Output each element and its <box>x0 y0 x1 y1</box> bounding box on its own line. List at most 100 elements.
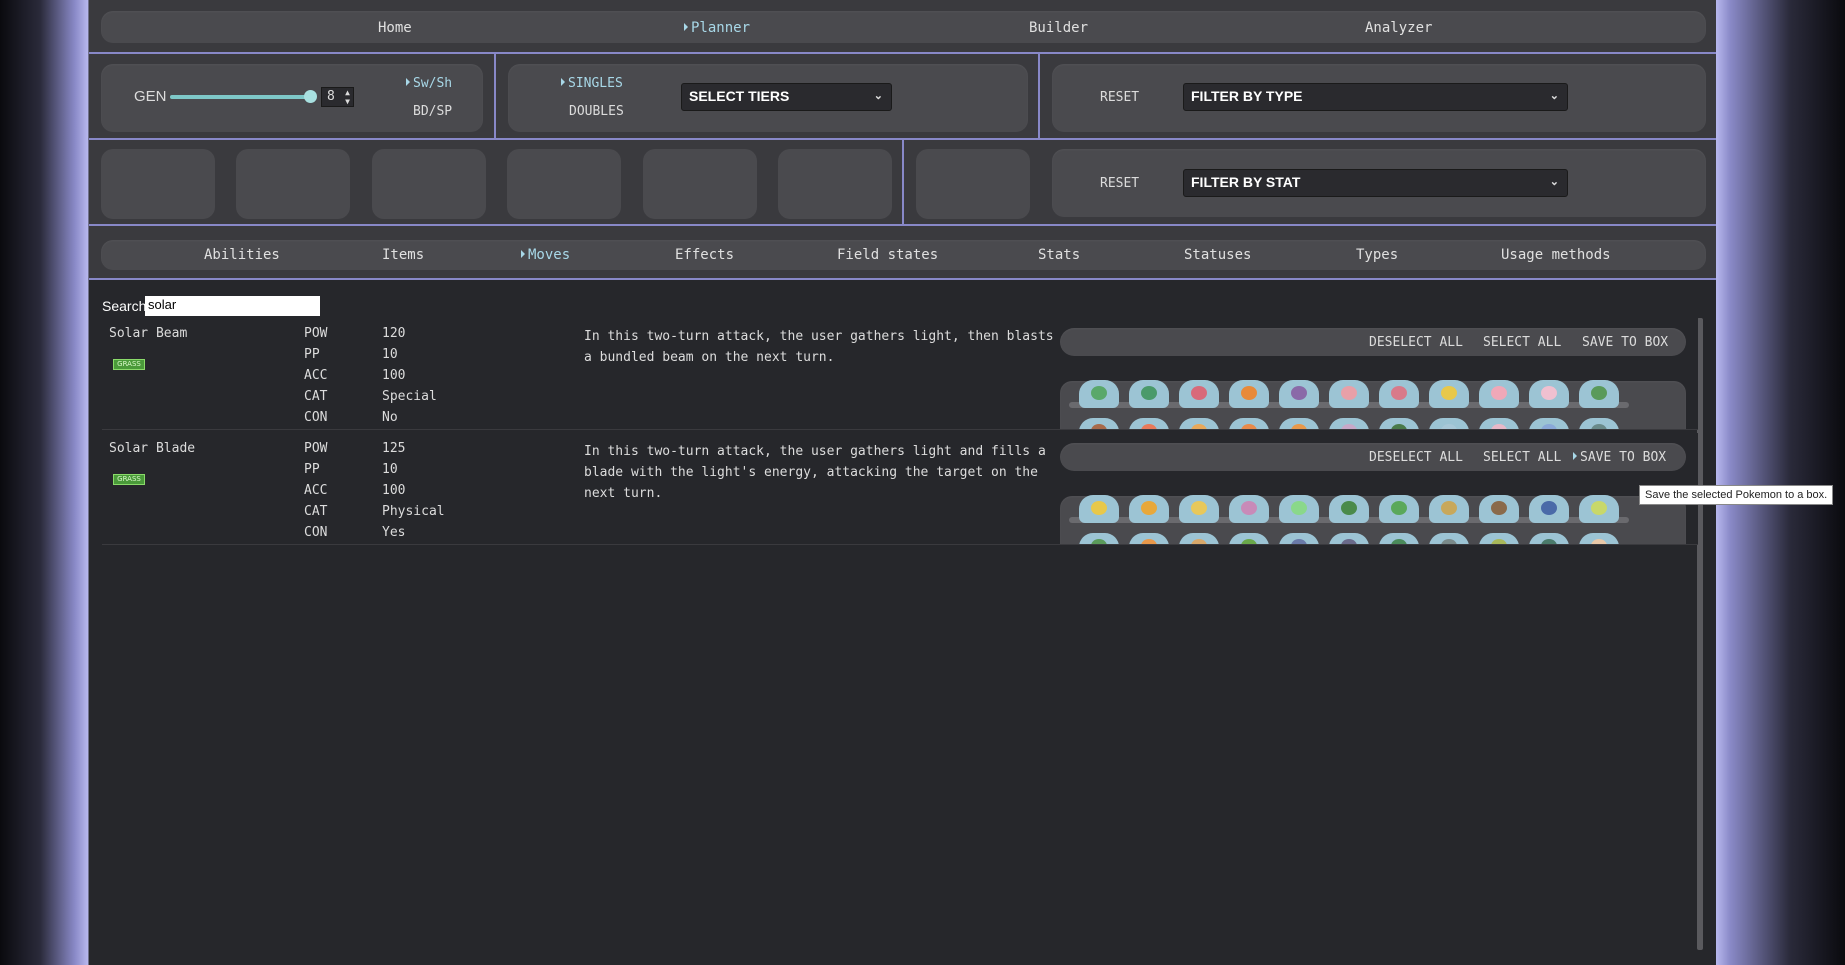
pokemon-sprite[interactable] <box>1279 418 1319 429</box>
pokemon-sprite[interactable] <box>1479 380 1519 408</box>
pokemon-sprite[interactable] <box>1379 380 1419 408</box>
move-name: Solar Blade <box>109 441 196 456</box>
team-slot[interactable] <box>236 149 350 219</box>
tab-abilities[interactable]: Abilities <box>204 247 280 263</box>
pokemon-sprite[interactable] <box>1279 533 1319 544</box>
nav-analyzer[interactable]: Analyzer <box>1365 20 1432 36</box>
pokemon-sprite[interactable] <box>1379 495 1419 523</box>
pokemon-sprite[interactable] <box>1079 380 1119 408</box>
game-bdsp[interactable]: BD/SP <box>413 104 452 119</box>
tiers-select[interactable]: SELECT TIERS ⌄ <box>681 83 892 111</box>
type-filter-select[interactable]: FILTER BY TYPE ⌄ <box>1183 83 1568 111</box>
stat-value: 125 <box>382 441 406 456</box>
tab-statuses[interactable]: Statuses <box>1184 247 1251 263</box>
pokemon-sprite[interactable] <box>1429 495 1469 523</box>
gen-slider-handle[interactable] <box>304 90 317 103</box>
stat-reset-button[interactable]: RESET <box>1100 176 1139 191</box>
gen-number-input[interactable]: 8 ▲ ▼ <box>321 87 354 107</box>
select-all-button[interactable]: SELECT ALL <box>1483 450 1561 465</box>
nav-builder[interactable]: Builder <box>1029 20 1088 36</box>
pokemon-sprite[interactable] <box>1479 533 1519 544</box>
pokemon-sprite[interactable] <box>1079 418 1119 429</box>
pokemon-sprite[interactable] <box>1529 495 1569 523</box>
pokemon-sprite[interactable] <box>1379 533 1419 544</box>
format-singles-label: SINGLES <box>568 76 623 91</box>
pokemon-sprite[interactable] <box>1329 380 1369 408</box>
extra-slot[interactable] <box>916 149 1030 219</box>
team-slot[interactable] <box>778 149 892 219</box>
active-caret-icon <box>561 78 565 86</box>
pokemon-sprite[interactable] <box>1129 533 1169 544</box>
pokemon-sprite[interactable] <box>1179 380 1219 408</box>
deselect-all-button[interactable]: DESELECT ALL <box>1369 335 1463 350</box>
pokemon-sprite[interactable] <box>1479 418 1519 429</box>
stat-key: POW <box>304 326 328 341</box>
tab-effects[interactable]: Effects <box>675 247 734 263</box>
gen-slider[interactable] <box>170 95 312 99</box>
pokemon-sprite[interactable] <box>1429 533 1469 544</box>
deselect-all-button[interactable]: DESELECT ALL <box>1369 450 1463 465</box>
tab-types[interactable]: Types <box>1356 247 1398 263</box>
stat-filter-label: FILTER BY STAT <box>1191 174 1301 190</box>
pokemon-sprite[interactable] <box>1579 418 1619 429</box>
learners-row <box>1079 380 1619 408</box>
pokemon-sprite[interactable] <box>1379 418 1419 429</box>
pokemon-sprite[interactable] <box>1579 533 1619 544</box>
tab-stats[interactable]: Stats <box>1038 247 1080 263</box>
pokemon-sprite[interactable] <box>1229 418 1269 429</box>
pokemon-sprite[interactable] <box>1479 495 1519 523</box>
stat-filter-select[interactable]: FILTER BY STAT ⌄ <box>1183 169 1568 197</box>
pokemon-sprite[interactable] <box>1179 418 1219 429</box>
stat-key: CON <box>304 525 328 540</box>
pokemon-sprite[interactable] <box>1329 495 1369 523</box>
move-description: In this two-turn attack, the user gather… <box>584 444 1046 501</box>
save-to-box-button[interactable]: SAVE TO BOX <box>1573 450 1666 465</box>
pokemon-sprite[interactable] <box>1529 533 1569 544</box>
move-row: Solar Beam GRASS POW 120 PP 10 ACC 100 C… <box>102 318 1698 430</box>
format-singles[interactable]: SINGLES <box>561 76 623 91</box>
pokemon-sprite[interactable] <box>1229 533 1269 544</box>
pokemon-sprite[interactable] <box>1129 495 1169 523</box>
pokemon-sprite[interactable] <box>1329 533 1369 544</box>
nav-planner[interactable]: Planner <box>684 20 750 36</box>
pokemon-sprite[interactable] <box>1529 380 1569 408</box>
pokemon-sprite[interactable] <box>1579 495 1619 523</box>
pokemon-sprite[interactable] <box>1279 495 1319 523</box>
save-to-box-button[interactable]: SAVE TO BOX <box>1582 335 1668 350</box>
stat-value: 100 <box>382 368 406 383</box>
pokemon-sprite[interactable] <box>1179 533 1219 544</box>
type-reset-button[interactable]: RESET <box>1100 90 1139 105</box>
pokemon-sprite[interactable] <box>1179 495 1219 523</box>
spinner-arrows-icon[interactable]: ▲ ▼ <box>345 88 350 106</box>
tab-field-states[interactable]: Field states <box>837 247 938 263</box>
team-slot[interactable] <box>101 149 215 219</box>
format-doubles[interactable]: DOUBLES <box>569 104 624 119</box>
search-input[interactable]: solar <box>145 296 320 316</box>
active-caret-icon <box>521 250 525 258</box>
pokemon-sprite[interactable] <box>1329 418 1369 429</box>
pokemon-sprite[interactable] <box>1229 495 1269 523</box>
game-swsh[interactable]: Sw/Sh <box>406 76 452 91</box>
pokemon-sprite[interactable] <box>1529 418 1569 429</box>
pokemon-sprite[interactable] <box>1429 418 1469 429</box>
tab-moves[interactable]: Moves <box>521 247 570 263</box>
tab-usage-methods[interactable]: Usage methods <box>1501 247 1611 263</box>
team-slot[interactable] <box>372 149 486 219</box>
nav-home[interactable]: Home <box>378 20 412 36</box>
pokemon-sprite[interactable] <box>1129 380 1169 408</box>
active-caret-icon <box>684 23 688 31</box>
team-slot[interactable] <box>507 149 621 219</box>
select-all-button[interactable]: SELECT ALL <box>1483 335 1561 350</box>
stat-value: No <box>382 410 398 425</box>
stat-value: Special <box>382 389 437 404</box>
team-slot[interactable] <box>643 149 757 219</box>
pokemon-sprite[interactable] <box>1429 380 1469 408</box>
pokemon-sprite[interactable] <box>1579 380 1619 408</box>
tab-items[interactable]: Items <box>382 247 424 263</box>
pokemon-sprite[interactable] <box>1279 380 1319 408</box>
pokemon-sprite[interactable] <box>1079 533 1119 544</box>
pokemon-sprite[interactable] <box>1079 495 1119 523</box>
pokemon-sprite[interactable] <box>1129 418 1169 429</box>
move-name: Solar Beam <box>109 326 188 341</box>
pokemon-sprite[interactable] <box>1229 380 1269 408</box>
